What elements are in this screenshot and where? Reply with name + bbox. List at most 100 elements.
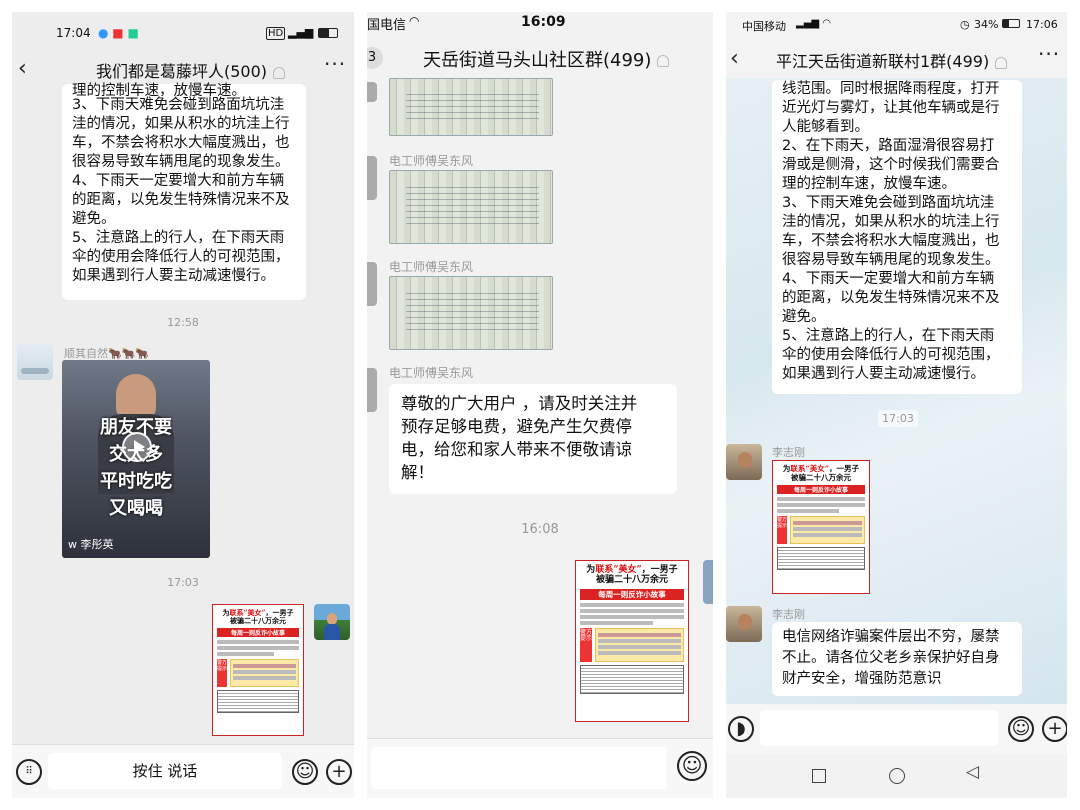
alarm-icon: ◷ xyxy=(960,18,970,31)
timestamp: 16:08 xyxy=(521,522,559,537)
more-icon[interactable]: ··· xyxy=(324,52,346,76)
message-text: 尊敬的广大用户 ，请及时关注并 预存足够电费，避免产生欠费停 电，给您和家人带来不便… xyxy=(401,392,665,484)
status-time: 17:06 xyxy=(1026,18,1058,31)
emoji-icon[interactable]: ☺ xyxy=(1008,716,1034,742)
message-line: 人能够看到。 xyxy=(782,119,869,135)
battery-percent: 34% xyxy=(974,18,999,31)
chat-title: 我们都是葛藤坪人(500) xyxy=(96,58,286,82)
avatar[interactable] xyxy=(17,344,53,380)
message-line: 电信网络诈骗案件层出不穷，屡禁 xyxy=(782,629,1000,645)
back-nav-icon[interactable]: ◁ xyxy=(966,762,979,782)
plus-icon[interactable]: + xyxy=(326,759,352,785)
avatar[interactable] xyxy=(367,368,377,412)
hold-to-talk-button[interactable]: 按住 说话 xyxy=(48,753,282,789)
avatar[interactable] xyxy=(367,262,377,306)
sender-name: 顺其自然🐂🐂🐂 xyxy=(64,347,150,360)
message-bubble[interactable]: 理的控制车速，放慢车速。 3、下雨天难免会碰到路面坑坑洼 洼的情况，如果从积水的坑… xyxy=(62,83,306,300)
sender-name: 电工师傅吴东风 xyxy=(389,154,474,168)
unread-badge[interactable]: 3 xyxy=(367,47,383,69)
carrier: 国电信 xyxy=(367,18,407,33)
image-message[interactable] xyxy=(389,276,553,350)
plus-icon[interactable]: + xyxy=(1042,716,1067,742)
emoji-icon[interactable]: ☺ xyxy=(677,751,707,781)
message-text: 线范围。同时根据降雨程度，打开 近光灯与雾灯，让其他车辆或是行 人能够看到。 2、在下… xyxy=(782,80,1012,384)
chat-panel-2: 国电信 ◠ 16:09 3 天岳街道马头山社区群(499) 电工师傅吴东风 电工… xyxy=(367,12,713,798)
message-line: 线范围。同时根据降雨程度，打开 xyxy=(782,81,1000,97)
chat-title: 天岳街道马头山社区群(499) xyxy=(423,46,670,72)
message-line: 财产安全，增强防范意识 xyxy=(782,671,942,687)
avatar[interactable] xyxy=(367,156,377,200)
message-bubble[interactable]: 尊敬的广大用户 ，请及时关注并 预存足够电费，避免产生欠费停 电，给您和家人带来不便… xyxy=(389,384,677,494)
message-line: 近光灯与雾灯，让其他车辆或是行 xyxy=(782,100,1000,116)
mute-icon xyxy=(273,66,286,79)
message-line: 预存足够电费，避免产生欠费停 xyxy=(401,417,632,436)
poster-image[interactable]: 为联系“美女”，一男子 被骗二十八万余元 每周一则反诈小故事 警方提示 xyxy=(212,604,304,736)
message-line: 电，给您和家人带来不便敬请谅 xyxy=(401,440,632,459)
back-icon[interactable]: ‹ xyxy=(18,56,27,81)
signal-icon: ▂▄▆ ◠ xyxy=(796,18,831,29)
text-fragment: 理的控制车速，放慢车速。 xyxy=(72,83,246,96)
voice-icon[interactable]: ◗ xyxy=(728,716,754,742)
chat-panel-1: 17:04 ● ■ ■ HD ▂▄▆ ‹ 我们都是葛藤坪人(500) ··· 理… xyxy=(12,12,354,798)
avatar[interactable] xyxy=(726,606,762,642)
emoji-icon[interactable]: ☺ xyxy=(292,759,318,785)
poster-image[interactable]: 为联系“美女”，一男子 被骗二十八万余元 每周一则反诈小故事 警方提示 xyxy=(772,460,870,594)
back-icon[interactable]: ‹ xyxy=(730,46,739,71)
sender-name: 电工师傅吴东风 xyxy=(389,366,474,380)
message-line: 5、注意路上的行人，在下雨天雨 xyxy=(72,230,285,246)
video-message[interactable]: 朋友不要 交太多 平时吃吃 又喝喝 ᴡ 李彤英 xyxy=(62,360,210,558)
signal-icon: ▂▄▆ xyxy=(288,26,314,39)
timestamp: 17:03 xyxy=(878,410,918,427)
avatar[interactable] xyxy=(367,82,377,102)
message-line: 避免。 xyxy=(72,211,116,227)
message-line: 如果遇到行人要主动减速慢行。 xyxy=(782,366,985,382)
message-line: 伞的使用会降低行人的可视范围， xyxy=(782,347,1000,363)
keyboard-icon[interactable]: ⠿ xyxy=(16,759,42,785)
video-author: 李彤英 xyxy=(80,538,114,551)
battery-icon xyxy=(318,28,338,38)
message-line: 车，不禁会将积水大幅度溅出，也 xyxy=(72,135,290,151)
image-message[interactable] xyxy=(389,78,553,136)
message-input[interactable] xyxy=(760,710,998,746)
recents-icon[interactable] xyxy=(812,769,826,783)
message-line: 车，不禁会将积水大幅度溅出，也 xyxy=(782,233,1000,249)
input-bar: ⠿ 按住 说话 ☺ + xyxy=(12,744,354,798)
message-line: 解！ xyxy=(401,463,434,482)
poster-image[interactable]: 为联系“美女”，一男子 被骗二十八万余元 每周一则反诈小故事 警方提示 xyxy=(575,560,689,722)
chat-header: ‹ 我们都是葛藤坪人(500) ··· xyxy=(12,50,354,86)
app-icons: ● ■ ■ xyxy=(98,26,139,40)
wifi-icon: ◠ xyxy=(409,14,420,28)
home-icon[interactable] xyxy=(889,768,905,784)
play-icon[interactable] xyxy=(122,432,152,462)
input-bar: ☺ xyxy=(367,738,713,798)
message-line: 洼的情况，如果从积水的坑洼上行 xyxy=(782,214,1000,230)
chat-header: ‹ 平江天岳街道新联村1群(499) ··· xyxy=(726,42,1067,78)
message-bubble[interactable]: 线范围。同时根据降雨程度，打开 近光灯与雾灯，让其他车辆或是行 人能够看到。 2、在下… xyxy=(772,80,1022,394)
mute-icon xyxy=(657,55,670,67)
avatar[interactable] xyxy=(703,560,713,604)
video-caption: 平时吃吃 xyxy=(100,471,172,492)
message-line: 伞的使用会降低行人的可视范围， xyxy=(72,249,290,265)
message-line: 很容易导致车辆甩尾的现象发生。 xyxy=(782,252,1000,268)
avatar[interactable] xyxy=(726,444,762,480)
message-line: 不止。请各位父老乡亲保护好自身 xyxy=(782,650,1000,666)
message-line: 的距离，以免发生特殊情况来不及 xyxy=(72,192,290,208)
avatar[interactable] xyxy=(314,604,350,640)
message-line: 洼的情况，如果从积水的坑洼上行 xyxy=(72,116,290,132)
message-bubble[interactable]: 电信网络诈骗案件层出不穷，屡禁 不止。请各位父老乡亲保护好自身 财产安全，增强防范意… xyxy=(772,622,1022,696)
image-message[interactable] xyxy=(389,170,553,244)
message-line: 3、下雨天难免会碰到路面坑坑洼 xyxy=(782,195,995,211)
sender-name: 李志刚 xyxy=(772,446,805,459)
message-line: 的距离，以免发生特殊情况来不及 xyxy=(782,290,1000,306)
carrier: 中国移动 xyxy=(742,20,786,33)
message-line: 3、下雨天难免会碰到路面坑坑洼 xyxy=(72,97,285,113)
message-text: 3、下雨天难免会碰到路面坑坑洼 洼的情况，如果从积水的坑洼上行 车，不禁会将积水大幅… xyxy=(72,96,296,286)
more-icon[interactable]: ··· xyxy=(1038,42,1060,66)
chat-panel-3: 中国移动 ▂▄▆ ◠ ◷ 34% 17:06 ‹ 平江天岳街道新联村1群(499… xyxy=(726,12,1067,798)
status-time: 17:04 xyxy=(56,26,91,40)
status-time: 16:09 xyxy=(521,14,566,30)
message-line: 5、注意路上的行人，在下雨天雨 xyxy=(782,328,995,344)
message-line: 理的控制车速，放慢车速。 xyxy=(782,176,956,192)
video-app-icon: ᴡ xyxy=(68,538,77,551)
message-input[interactable] xyxy=(371,747,667,789)
